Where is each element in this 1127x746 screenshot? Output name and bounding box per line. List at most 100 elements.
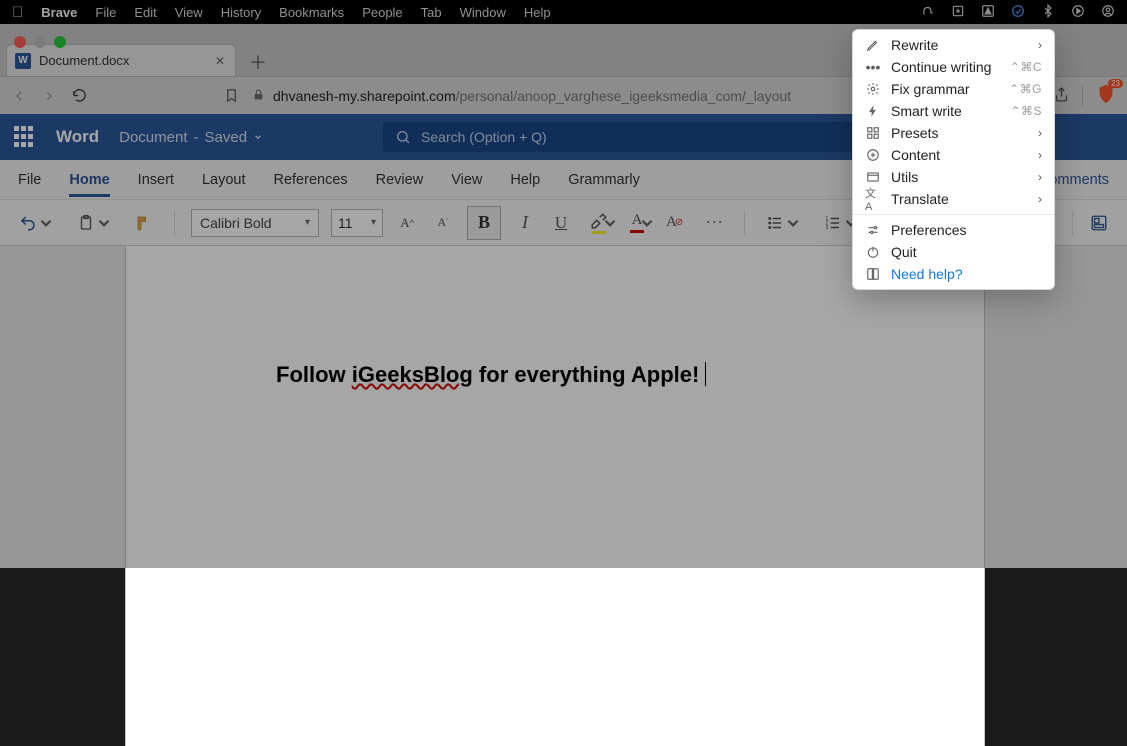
document-text[interactable]: Follow iGeeksBlog for everything Apple!: [276, 361, 704, 388]
power-icon: [865, 244, 881, 260]
lock-icon: [252, 88, 265, 104]
menu-fix-grammar[interactable]: Fix grammar ⌃⌘G: [853, 78, 1054, 100]
brave-shield-icon[interactable]: 23: [1095, 83, 1117, 108]
menu-continue-writing[interactable]: ••• Continue writing ⌃⌘C: [853, 56, 1054, 78]
chevron-right-icon: ›: [1038, 148, 1042, 162]
menu-preferences[interactable]: Preferences: [853, 219, 1054, 241]
font-color-button[interactable]: A: [625, 208, 649, 238]
paste-button[interactable]: [72, 208, 118, 238]
search-icon: [395, 129, 411, 145]
status-download-icon[interactable]: [951, 4, 965, 21]
chevron-right-icon: ›: [1038, 170, 1042, 184]
menubar-history[interactable]: History: [221, 5, 261, 20]
menu-smart-write[interactable]: Smart write ⌃⌘S: [853, 100, 1054, 122]
undo-button[interactable]: [14, 208, 60, 238]
menu-presets[interactable]: Presets ›: [853, 122, 1054, 144]
menubar-people[interactable]: People: [362, 5, 402, 20]
traffic-lights: [14, 36, 66, 48]
menubar-view[interactable]: View: [175, 5, 203, 20]
window-zoom-button[interactable]: [54, 36, 66, 48]
grid-icon: [865, 125, 881, 141]
menubar-app[interactable]: Brave: [41, 5, 77, 20]
ribbon-tab-home[interactable]: Home: [69, 172, 109, 188]
ribbon-tab-insert[interactable]: Insert: [138, 172, 174, 188]
menubar-bookmarks[interactable]: Bookmarks: [279, 5, 344, 20]
menubar-edit[interactable]: Edit: [134, 5, 156, 20]
browser-tab[interactable]: W Document.docx ✕: [6, 44, 236, 76]
ribbon-tab-grammarly[interactable]: Grammarly: [568, 172, 640, 188]
menu-utils[interactable]: Utils ›: [853, 166, 1054, 188]
ribbon-tab-references[interactable]: References: [273, 172, 347, 188]
mac-menubar:  Brave File Edit View History Bookmarks…: [0, 0, 1127, 24]
bolt-icon: [865, 103, 881, 119]
gear-icon: [865, 81, 881, 97]
menubar-window[interactable]: Window: [460, 5, 506, 20]
shield-badge: 23: [1108, 79, 1123, 88]
menu-rewrite[interactable]: Rewrite ›: [853, 34, 1054, 56]
forward-button[interactable]: [40, 87, 58, 105]
ribbon-tab-view[interactable]: View: [451, 172, 482, 188]
book-icon: [865, 266, 881, 282]
status-play-icon[interactable]: [1071, 4, 1085, 21]
search-input[interactable]: Search (Option + Q): [383, 122, 903, 152]
window-minimize-button[interactable]: [34, 36, 46, 48]
ribbon-tab-file[interactable]: File: [18, 172, 41, 188]
chevron-down-icon: ▾: [305, 217, 310, 228]
status-bluetooth-icon[interactable]: [1041, 4, 1055, 21]
new-tab-button[interactable]: ＋: [244, 48, 272, 76]
pencil-icon: [865, 37, 881, 53]
shrink-font-button[interactable]: Aˇ: [431, 208, 455, 238]
back-button[interactable]: [10, 87, 28, 105]
status-elephant-icon[interactable]: [921, 4, 935, 21]
italic-button[interactable]: I: [513, 208, 537, 238]
spelling-error[interactable]: iGeeksBlog: [352, 362, 473, 387]
tab-title: Document.docx: [39, 53, 129, 68]
sliders-icon: [865, 222, 881, 238]
bullets-button[interactable]: [761, 208, 807, 238]
bold-button[interactable]: B: [467, 206, 501, 240]
status-user-icon[interactable]: [1101, 4, 1115, 21]
font-size-select[interactable]: 11 ▾: [331, 209, 383, 237]
reload-button[interactable]: [70, 87, 88, 105]
menubar-help[interactable]: Help: [524, 5, 551, 20]
chevron-down-icon: ▾: [371, 217, 376, 228]
status-sync-icon[interactable]: [1011, 4, 1025, 21]
menu-content[interactable]: Content ›: [853, 144, 1054, 166]
ribbon-tab-layout[interactable]: Layout: [202, 172, 246, 188]
url-text: dhvanesh-my.sharepoint.com/personal/anoo…: [273, 88, 791, 104]
share-icon[interactable]: [1053, 86, 1070, 106]
status-triangle-icon[interactable]: [981, 4, 995, 21]
extension-menu: Rewrite › ••• Continue writing ⌃⌘C Fix g…: [852, 29, 1055, 290]
menu-need-help[interactable]: Need help?: [853, 263, 1054, 285]
highlight-button[interactable]: [585, 208, 613, 238]
translate-icon: 文A: [865, 191, 881, 207]
utils-icon: [865, 169, 881, 185]
grow-font-button[interactable]: A^: [395, 208, 419, 238]
format-painter-button[interactable]: [130, 208, 158, 238]
document-name[interactable]: Document: [119, 129, 187, 146]
window-close-button[interactable]: [14, 36, 26, 48]
font-name-select[interactable]: Calibri Bold ▾: [191, 209, 319, 237]
chevron-right-icon: ›: [1038, 126, 1042, 140]
ribbon-tab-review[interactable]: Review: [376, 172, 424, 188]
ribbon-tab-help[interactable]: Help: [510, 172, 540, 188]
chevron-right-icon: ›: [1038, 38, 1042, 52]
word-favicon: W: [15, 53, 31, 69]
word-brand[interactable]: Word: [56, 127, 99, 147]
document-canvas[interactable]: Follow iGeeksBlog for everything Apple!: [0, 246, 1127, 568]
more-formatting-button[interactable]: ⋯: [700, 208, 728, 238]
save-status[interactable]: Saved: [205, 129, 264, 146]
app-launcher-icon[interactable]: [14, 126, 36, 148]
apple-icon[interactable]: : [12, 4, 23, 21]
tab-close-icon[interactable]: ✕: [215, 54, 225, 68]
search-placeholder: Search (Option + Q): [421, 129, 547, 145]
clear-formatting-button[interactable]: A⊘: [661, 208, 688, 238]
page[interactable]: Follow iGeeksBlog for everything Apple!: [125, 246, 985, 746]
menubar-file[interactable]: File: [95, 5, 116, 20]
menu-quit[interactable]: Quit: [853, 241, 1054, 263]
designer-button[interactable]: [1085, 208, 1113, 238]
bookmark-icon[interactable]: [222, 87, 240, 105]
menu-translate[interactable]: 文A Translate ›: [853, 188, 1054, 210]
underline-button[interactable]: U: [549, 208, 573, 238]
menubar-tab[interactable]: Tab: [421, 5, 442, 20]
